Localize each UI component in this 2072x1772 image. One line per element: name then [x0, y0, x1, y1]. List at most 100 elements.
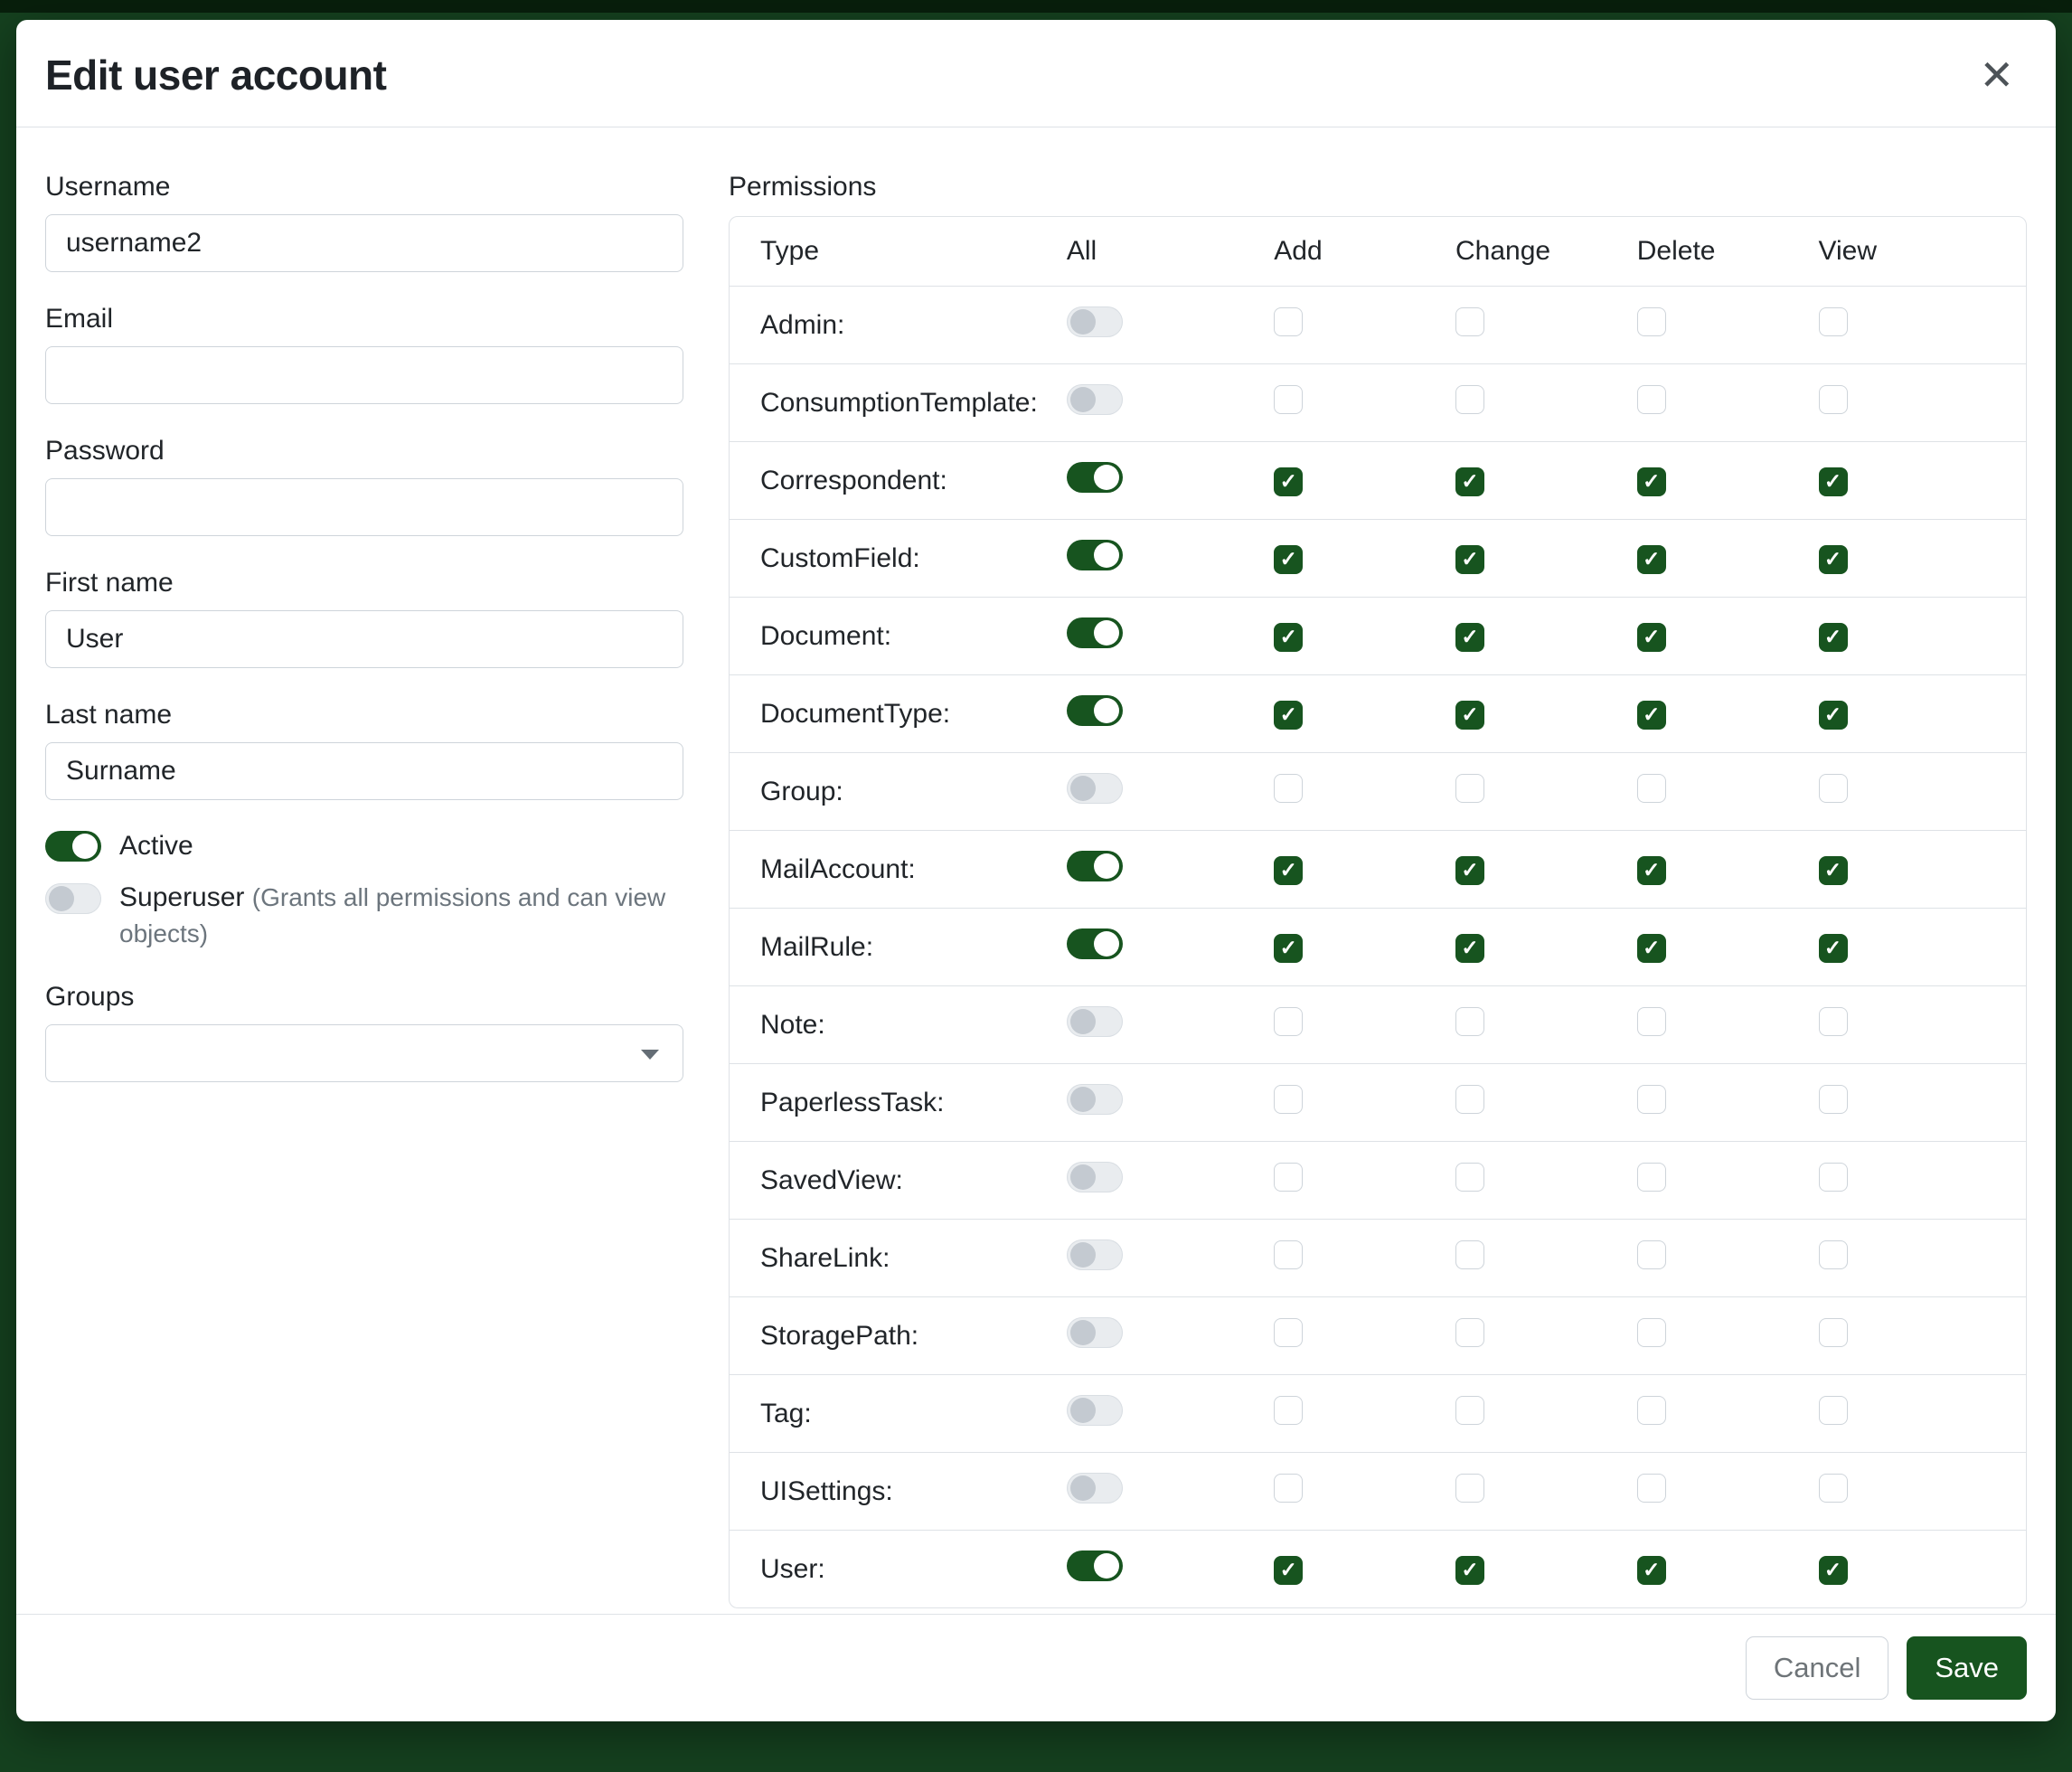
permission-consumptiontemplate-change-checkbox[interactable] — [1455, 385, 1484, 414]
permission-sharelink-delete-checkbox[interactable] — [1637, 1240, 1666, 1269]
permission-user-view-checkbox[interactable] — [1819, 1556, 1848, 1585]
last-name-input[interactable] — [45, 742, 683, 800]
permission-paperlesstask-add-checkbox[interactable] — [1274, 1085, 1303, 1114]
superuser-toggle[interactable] — [45, 883, 101, 914]
permission-documenttype-view-checkbox[interactable] — [1819, 701, 1848, 730]
permission-sharelink-all-toggle[interactable] — [1067, 1239, 1123, 1270]
permission-tag-add-checkbox[interactable] — [1274, 1396, 1303, 1425]
permission-storagepath-add-checkbox[interactable] — [1274, 1318, 1303, 1347]
permission-note-delete-checkbox[interactable] — [1637, 1007, 1666, 1036]
permission-savedview-all-toggle[interactable] — [1067, 1162, 1123, 1192]
permission-mailrule-change-checkbox[interactable] — [1455, 934, 1484, 963]
active-toggle[interactable] — [45, 831, 101, 862]
permission-savedview-add-checkbox[interactable] — [1274, 1163, 1303, 1192]
permission-customfield-all-toggle[interactable] — [1067, 540, 1123, 570]
permission-storagepath-change-checkbox[interactable] — [1455, 1318, 1484, 1347]
permission-correspondent-add-checkbox[interactable] — [1274, 467, 1303, 496]
permission-consumptiontemplate-all-toggle[interactable] — [1067, 384, 1123, 415]
first-name-input[interactable] — [45, 610, 683, 668]
permission-uisettings-delete-checkbox[interactable] — [1637, 1474, 1666, 1503]
permission-storagepath-view-checkbox[interactable] — [1819, 1318, 1848, 1347]
permission-row: Tag: — [730, 1374, 2026, 1452]
permission-user-delete-checkbox[interactable] — [1637, 1556, 1666, 1585]
permission-paperlesstask-delete-checkbox[interactable] — [1637, 1085, 1666, 1114]
permission-consumptiontemplate-add-checkbox[interactable] — [1274, 385, 1303, 414]
permission-user-all-toggle[interactable] — [1067, 1550, 1123, 1581]
permission-tag-view-checkbox[interactable] — [1819, 1396, 1848, 1425]
permission-customfield-add-checkbox[interactable] — [1274, 545, 1303, 574]
permission-mailrule-add-checkbox[interactable] — [1274, 934, 1303, 963]
permissions-table: Type All Add Change Delete View Admin: C… — [729, 216, 2027, 1608]
permission-tag-change-checkbox[interactable] — [1455, 1396, 1484, 1425]
permission-document-all-toggle[interactable] — [1067, 617, 1123, 648]
email-input[interactable] — [45, 346, 683, 404]
permission-note-view-checkbox[interactable] — [1819, 1007, 1848, 1036]
permission-admin-change-checkbox[interactable] — [1455, 307, 1484, 336]
permission-correspondent-view-checkbox[interactable] — [1819, 467, 1848, 496]
permission-paperlesstask-all-toggle[interactable] — [1067, 1084, 1123, 1115]
permission-mailaccount-delete-checkbox[interactable] — [1637, 856, 1666, 885]
save-button[interactable]: Save — [1907, 1636, 2027, 1700]
permission-documenttype-all-toggle[interactable] — [1067, 695, 1123, 726]
permission-note-all-toggle[interactable] — [1067, 1006, 1123, 1037]
permission-paperlesstask-view-checkbox[interactable] — [1819, 1085, 1848, 1114]
permission-sharelink-view-checkbox[interactable] — [1819, 1240, 1848, 1269]
permission-admin-add-checkbox[interactable] — [1274, 307, 1303, 336]
permission-document-view-checkbox[interactable] — [1819, 623, 1848, 652]
groups-select[interactable] — [45, 1024, 683, 1082]
permission-user-change-checkbox[interactable] — [1455, 1556, 1484, 1585]
permission-uisettings-all-toggle[interactable] — [1067, 1473, 1123, 1503]
permission-customfield-view-checkbox[interactable] — [1819, 545, 1848, 574]
permission-storagepath-all-toggle[interactable] — [1067, 1317, 1123, 1348]
permission-consumptiontemplate-view-checkbox[interactable] — [1819, 385, 1848, 414]
permission-group-delete-checkbox[interactable] — [1637, 774, 1666, 803]
permission-row: Group: — [730, 752, 2026, 830]
permission-group-view-checkbox[interactable] — [1819, 774, 1848, 803]
permission-mailaccount-view-checkbox[interactable] — [1819, 856, 1848, 885]
permission-uisettings-add-checkbox[interactable] — [1274, 1474, 1303, 1503]
permission-tag-delete-checkbox[interactable] — [1637, 1396, 1666, 1425]
permission-mailrule-delete-checkbox[interactable] — [1637, 934, 1666, 963]
permission-tag-all-toggle[interactable] — [1067, 1395, 1123, 1426]
permission-correspondent-delete-checkbox[interactable] — [1637, 467, 1666, 496]
permission-documenttype-delete-checkbox[interactable] — [1637, 701, 1666, 730]
permission-sharelink-add-checkbox[interactable] — [1274, 1240, 1303, 1269]
permission-mailaccount-all-toggle[interactable] — [1067, 851, 1123, 881]
password-input[interactable] — [45, 478, 683, 536]
permission-admin-delete-checkbox[interactable] — [1637, 307, 1666, 336]
permission-group-all-toggle[interactable] — [1067, 773, 1123, 804]
permission-correspondent-change-checkbox[interactable] — [1455, 467, 1484, 496]
permission-admin-view-checkbox[interactable] — [1819, 307, 1848, 336]
permission-savedview-view-checkbox[interactable] — [1819, 1163, 1848, 1192]
permission-customfield-change-checkbox[interactable] — [1455, 545, 1484, 574]
permission-customfield-delete-checkbox[interactable] — [1637, 545, 1666, 574]
permission-note-change-checkbox[interactable] — [1455, 1007, 1484, 1036]
permission-correspondent-all-toggle[interactable] — [1067, 462, 1123, 493]
cancel-button[interactable]: Cancel — [1746, 1636, 1889, 1700]
permission-savedview-delete-checkbox[interactable] — [1637, 1163, 1666, 1192]
permission-admin-all-toggle[interactable] — [1067, 306, 1123, 337]
permission-storagepath-delete-checkbox[interactable] — [1637, 1318, 1666, 1347]
permission-group-add-checkbox[interactable] — [1274, 774, 1303, 803]
permission-document-change-checkbox[interactable] — [1455, 623, 1484, 652]
permission-documenttype-change-checkbox[interactable] — [1455, 701, 1484, 730]
permission-user-add-checkbox[interactable] — [1274, 1556, 1303, 1585]
permission-note-add-checkbox[interactable] — [1274, 1007, 1303, 1036]
permission-sharelink-change-checkbox[interactable] — [1455, 1240, 1484, 1269]
permission-type-mailaccount: MailAccount: — [760, 854, 916, 884]
permission-savedview-change-checkbox[interactable] — [1455, 1163, 1484, 1192]
permission-mailrule-view-checkbox[interactable] — [1819, 934, 1848, 963]
permission-consumptiontemplate-delete-checkbox[interactable] — [1637, 385, 1666, 414]
permission-uisettings-view-checkbox[interactable] — [1819, 1474, 1848, 1503]
permission-document-delete-checkbox[interactable] — [1637, 623, 1666, 652]
permission-paperlesstask-change-checkbox[interactable] — [1455, 1085, 1484, 1114]
permission-uisettings-change-checkbox[interactable] — [1455, 1474, 1484, 1503]
permission-document-add-checkbox[interactable] — [1274, 623, 1303, 652]
close-icon[interactable]: ✕ — [1973, 49, 2020, 101]
username-input[interactable] — [45, 214, 683, 272]
permission-mailrule-all-toggle[interactable] — [1067, 928, 1123, 959]
permission-documenttype-add-checkbox[interactable] — [1274, 701, 1303, 730]
permission-group-change-checkbox[interactable] — [1455, 774, 1484, 803]
permission-mailaccount-change-checkbox[interactable] — [1455, 856, 1484, 885]
permission-mailaccount-add-checkbox[interactable] — [1274, 856, 1303, 885]
